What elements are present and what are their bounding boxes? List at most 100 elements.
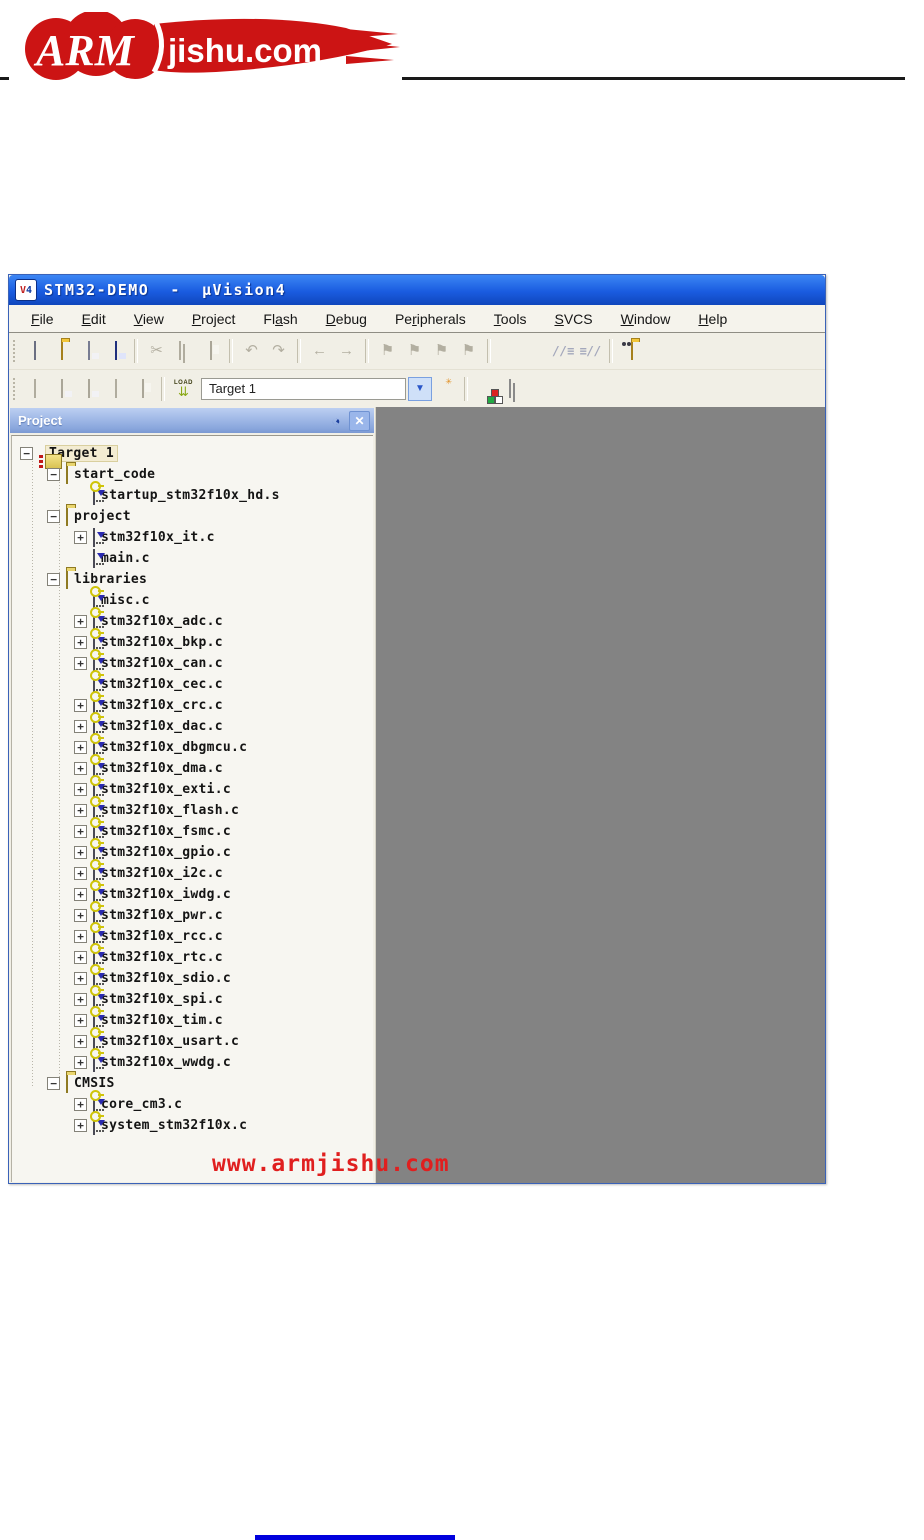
tree-item-label[interactable]: project xyxy=(74,509,131,524)
expand-toggle-icon[interactable]: + xyxy=(74,930,87,943)
tree-item-stm32f10x-tim-c[interactable]: + stm32f10x_tim.c xyxy=(12,1005,373,1031)
tree-item-stm32f10x-adc-c[interactable]: + stm32f10x_adc.c xyxy=(12,606,373,632)
expand-toggle-icon[interactable]: − xyxy=(47,510,60,523)
tree-item-label[interactable]: stm32f10x_usart.c xyxy=(101,1034,239,1049)
autohide-pin-icon[interactable]: ◔ xyxy=(324,408,350,434)
menu-svcs[interactable]: SVCS xyxy=(540,311,606,327)
tree-item-label[interactable]: stm32f10x_wwdg.c xyxy=(101,1055,231,1070)
find-in-files-icon[interactable] xyxy=(618,338,645,364)
tree-item-label[interactable]: misc.c xyxy=(101,593,150,608)
tree-item-stm32f10x-flash-c[interactable]: + stm32f10x_flash.c xyxy=(12,795,373,821)
tree-item-stm32f10x-can-c[interactable]: + stm32f10x_can.c xyxy=(12,648,373,674)
expand-toggle-icon[interactable]: + xyxy=(74,951,87,964)
expand-toggle-icon[interactable]: + xyxy=(74,615,87,628)
tree-item-stm32f10x-cec-c[interactable]: stm32f10x_cec.c xyxy=(12,669,373,695)
tree-item-system-stm32f10x-c[interactable]: + system_stm32f10x.c xyxy=(12,1110,373,1136)
tree-item-stm32f10x-it-c[interactable]: + stm32f10x_it.c xyxy=(12,527,373,548)
tree-item-stm32f10x-dma-c[interactable]: + stm32f10x_dma.c xyxy=(12,753,373,779)
tree-item-stm32f10x-gpio-c[interactable]: + stm32f10x_gpio.c xyxy=(12,837,373,863)
tree-item-label[interactable]: stm32f10x_iwdg.c xyxy=(101,887,231,902)
expand-toggle-icon[interactable]: − xyxy=(47,468,60,481)
target-combo-value[interactable]: Target 1 xyxy=(201,377,406,400)
tree-item-stm32f10x-spi-c[interactable]: + stm32f10x_spi.c xyxy=(12,984,373,1010)
download-flash-icon[interactable]: LOAD ⇊ xyxy=(170,376,197,402)
menu-debug[interactable]: Debug xyxy=(312,311,381,327)
tree-item-label[interactable]: stm32f10x_sdio.c xyxy=(101,971,231,986)
expand-toggle-icon[interactable]: + xyxy=(74,1056,87,1069)
tree-item-label[interactable]: stm32f10x_it.c xyxy=(101,530,215,545)
expand-toggle-icon[interactable]: + xyxy=(74,531,87,544)
expand-toggle-icon[interactable]: + xyxy=(74,699,87,712)
menu-file[interactable]: File xyxy=(17,311,68,327)
menu-tools[interactable]: Tools xyxy=(480,311,541,327)
target-options-icon[interactable] xyxy=(432,376,459,402)
expand-toggle-icon[interactable]: + xyxy=(74,867,87,880)
expand-toggle-icon[interactable]: + xyxy=(74,636,87,649)
tree-item-cmsis[interactable]: − CMSIS xyxy=(12,1073,373,1094)
expand-toggle-icon[interactable]: + xyxy=(74,657,87,670)
editor-workspace[interactable] xyxy=(376,407,825,1183)
menu-project[interactable]: Project xyxy=(178,311,250,327)
tree-item-label[interactable]: main.c xyxy=(101,551,150,566)
expand-toggle-icon[interactable]: + xyxy=(74,972,87,985)
menu-peripherals[interactable]: Peripherals xyxy=(381,311,480,327)
expand-toggle-icon[interactable]: + xyxy=(74,888,87,901)
tree-item-start-code[interactable]: − start_code xyxy=(12,464,373,485)
close-panel-icon[interactable]: ✕ xyxy=(349,410,370,431)
tree-item-label[interactable]: start_code xyxy=(74,467,155,482)
expand-toggle-icon[interactable]: − xyxy=(47,573,60,586)
tree-item-stm32f10x-sdio-c[interactable]: + stm32f10x_sdio.c xyxy=(12,963,373,989)
new-file-icon[interactable] xyxy=(21,338,48,364)
save-all-icon[interactable] xyxy=(102,338,129,364)
tree-item-label[interactable]: stm32f10x_rcc.c xyxy=(101,929,223,944)
tree-item-stm32f10x-usart-c[interactable]: + stm32f10x_usart.c xyxy=(12,1026,373,1052)
tree-item-label[interactable]: stm32f10x_adc.c xyxy=(101,614,223,629)
tree-item-label[interactable]: stm32f10x_dma.c xyxy=(101,761,223,776)
tree-item-label[interactable]: libraries xyxy=(74,572,147,587)
tree-item-label[interactable]: stm32f10x_fsmc.c xyxy=(101,824,231,839)
manage-components-icon[interactable] xyxy=(473,376,503,404)
title-bar[interactable]: V4 STM32-DEMO - µVision4 xyxy=(9,275,825,305)
tree-item-label[interactable]: system_stm32f10x.c xyxy=(101,1118,247,1133)
tree-item-stm32f10x-crc-c[interactable]: + stm32f10x_crc.c xyxy=(12,690,373,716)
toolbar-grip[interactable] xyxy=(11,377,17,400)
expand-toggle-icon[interactable]: + xyxy=(74,783,87,796)
tree-item-label[interactable]: stm32f10x_exti.c xyxy=(101,782,231,797)
tree-item-project[interactable]: − project xyxy=(12,506,373,527)
tree-item-label[interactable]: stm32f10x_spi.c xyxy=(101,992,223,1007)
menu-edit[interactable]: Edit xyxy=(68,311,120,327)
menu-view[interactable]: View xyxy=(120,311,178,327)
expand-toggle-icon[interactable]: + xyxy=(74,993,87,1006)
menu-window[interactable]: Window xyxy=(607,311,685,327)
menu-help[interactable]: Help xyxy=(684,311,741,327)
tree-item-label[interactable]: stm32f10x_dbgmcu.c xyxy=(101,740,247,755)
combo-dropdown-icon[interactable]: ▼ xyxy=(408,376,432,401)
tree-item-label[interactable]: stm32f10x_crc.c xyxy=(101,698,223,713)
tree-item-label[interactable]: stm32f10x_bkp.c xyxy=(101,635,223,650)
tree-item-label[interactable]: stm32f10x_rtc.c xyxy=(101,950,223,965)
expand-toggle-icon[interactable]: − xyxy=(20,447,33,460)
tree-item-label[interactable]: CMSIS xyxy=(74,1076,115,1091)
tree-item-stm32f10x-pwr-c[interactable]: + stm32f10x_pwr.c xyxy=(12,900,373,926)
expand-toggle-icon[interactable]: + xyxy=(74,1014,87,1027)
expand-toggle-icon[interactable]: + xyxy=(74,1098,87,1111)
tree-item-label[interactable]: stm32f10x_gpio.c xyxy=(101,845,231,860)
tree-item-stm32f10x-rtc-c[interactable]: + stm32f10x_rtc.c xyxy=(12,942,373,968)
tree-item-libraries[interactable]: − libraries xyxy=(12,569,373,590)
tree-item-misc-c[interactable]: misc.c xyxy=(12,585,373,611)
tree-item-stm32f10x-exti-c[interactable]: + stm32f10x_exti.c xyxy=(12,774,373,800)
tree-item-label[interactable]: stm32f10x_pwr.c xyxy=(101,908,223,923)
tree-item-stm32f10x-bkp-c[interactable]: + stm32f10x_bkp.c xyxy=(12,627,373,653)
menu-flash[interactable]: Flash xyxy=(249,311,311,327)
tree-item-label[interactable]: stm32f10x_can.c xyxy=(101,656,223,671)
tree-item-label[interactable]: stm32f10x_i2c.c xyxy=(101,866,223,881)
tree-item-stm32f10x-dac-c[interactable]: + stm32f10x_dac.c xyxy=(12,711,373,737)
tree-item-stm32f10x-rcc-c[interactable]: + stm32f10x_rcc.c xyxy=(12,921,373,947)
tree-item-stm32f10x-i2c-c[interactable]: + stm32f10x_i2c.c xyxy=(12,858,373,884)
tree-item-label[interactable]: core_cm3.c xyxy=(101,1097,182,1112)
tree-item-label[interactable]: stm32f10x_dac.c xyxy=(101,719,223,734)
expand-toggle-icon[interactable]: + xyxy=(74,804,87,817)
expand-toggle-icon[interactable]: + xyxy=(74,846,87,859)
tree-item-label[interactable]: stm32f10x_tim.c xyxy=(101,1013,223,1028)
expand-toggle-icon[interactable]: + xyxy=(74,720,87,733)
